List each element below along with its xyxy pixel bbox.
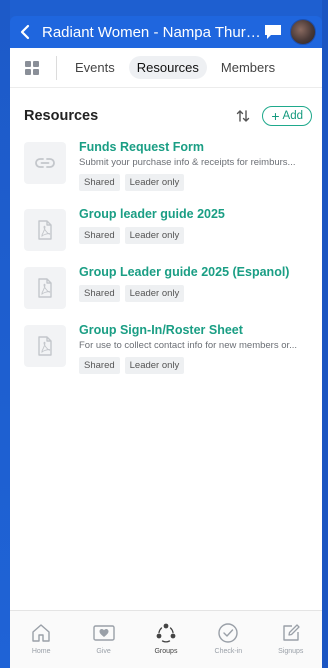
pdf-file-icon bbox=[38, 220, 52, 240]
tab-members[interactable]: Members bbox=[213, 56, 283, 79]
right-background-strip bbox=[322, 0, 328, 668]
resource-thumbnail bbox=[24, 209, 66, 251]
resource-item[interactable]: Group Sign-In/Roster Sheet For use to co… bbox=[10, 323, 322, 374]
resource-title[interactable]: Group Sign-In/Roster Sheet bbox=[79, 323, 312, 337]
avatar[interactable] bbox=[290, 19, 316, 45]
plus-icon: + bbox=[271, 108, 280, 124]
home-icon bbox=[32, 624, 50, 642]
nav-check-in[interactable]: Check-in bbox=[200, 621, 256, 655]
resource-body: Group Leader guide 2025 (Espanol) Shared… bbox=[79, 265, 312, 309]
tab-events[interactable]: Events bbox=[67, 56, 123, 79]
groups-icon bbox=[156, 623, 176, 643]
resources-header: Resources + Add bbox=[10, 94, 322, 138]
add-label: Add bbox=[282, 110, 303, 122]
resource-body: Group Sign-In/Roster Sheet For use to co… bbox=[79, 323, 312, 374]
tag-shared: Shared bbox=[79, 227, 120, 244]
menu-grid-button[interactable] bbox=[14, 48, 50, 88]
resource-tags: Shared Leader only bbox=[79, 285, 312, 302]
tag-shared: Shared bbox=[79, 357, 120, 374]
chat-button[interactable] bbox=[262, 22, 284, 42]
tag-leader-only: Leader only bbox=[124, 227, 185, 244]
section-title: Resources bbox=[24, 108, 99, 124]
tag-leader-only: Leader only bbox=[124, 174, 185, 191]
resource-item[interactable]: Group leader guide 2025 Shared Leader on… bbox=[10, 207, 322, 251]
tag-leader-only: Leader only bbox=[124, 357, 185, 374]
resource-item[interactable]: Group Leader guide 2025 (Espanol) Shared… bbox=[10, 265, 322, 309]
nav-home[interactable]: Home bbox=[13, 621, 69, 655]
link-icon bbox=[35, 158, 55, 168]
resource-title[interactable]: Group leader guide 2025 bbox=[79, 207, 312, 221]
group-title: Radiant Women - Nampa Thursd... bbox=[42, 23, 262, 41]
pdf-file-icon bbox=[38, 278, 52, 298]
resource-tags: Shared Leader only bbox=[79, 227, 312, 244]
resource-thumbnail bbox=[24, 325, 66, 367]
resource-body: Group leader guide 2025 Shared Leader on… bbox=[79, 207, 312, 251]
chevron-left-icon bbox=[20, 24, 30, 40]
app-header: Radiant Women - Nampa Thursd... bbox=[10, 16, 322, 48]
tab-divider bbox=[56, 55, 57, 80]
check-circle-icon bbox=[218, 623, 239, 643]
resource-tags: Shared Leader only bbox=[79, 174, 312, 191]
resource-tags: Shared Leader only bbox=[79, 357, 312, 374]
resource-thumbnail bbox=[24, 267, 66, 309]
back-button[interactable] bbox=[14, 21, 36, 43]
left-background-strip bbox=[0, 0, 10, 668]
nav-label: Home bbox=[31, 648, 51, 655]
resource-thumbnail bbox=[24, 142, 66, 184]
nav-label: Signups bbox=[278, 648, 304, 655]
nav-label: Give bbox=[96, 648, 111, 655]
add-resource-button[interactable]: + Add bbox=[262, 106, 312, 126]
resource-description: For use to collect contact info for new … bbox=[79, 340, 298, 351]
app-content: Events Resources Members Resources + Add… bbox=[10, 48, 322, 668]
tab-bar: Events Resources Members bbox=[10, 48, 322, 88]
nav-groups[interactable]: Groups bbox=[138, 621, 194, 655]
tag-shared: Shared bbox=[79, 174, 120, 191]
resource-item[interactable]: Funds Request Form Submit your purchase … bbox=[10, 140, 322, 191]
nav-label: Check-in bbox=[214, 648, 243, 655]
resource-title[interactable]: Group Leader guide 2025 (Espanol) bbox=[79, 265, 312, 279]
nav-give[interactable]: Give bbox=[76, 621, 132, 655]
tab-resources[interactable]: Resources bbox=[128, 56, 207, 79]
edit-square-icon bbox=[283, 624, 300, 641]
chat-bubble-icon bbox=[265, 25, 281, 39]
give-heart-icon bbox=[92, 625, 115, 641]
nav-signups[interactable]: Signups bbox=[263, 621, 319, 655]
resource-body: Funds Request Form Submit your purchase … bbox=[79, 140, 312, 191]
nav-label: Groups bbox=[154, 648, 178, 655]
grid-icon bbox=[25, 60, 39, 75]
tag-shared: Shared bbox=[79, 285, 120, 302]
resource-title[interactable]: Funds Request Form bbox=[79, 140, 312, 154]
resource-description: Submit your purchase info & receipts for… bbox=[79, 157, 296, 168]
tag-leader-only: Leader only bbox=[124, 285, 185, 302]
pdf-file-icon bbox=[38, 336, 52, 356]
sort-button[interactable] bbox=[232, 105, 254, 127]
bottom-navigation: Home Give Groups Check-in Signups bbox=[10, 610, 322, 668]
sort-arrows-icon bbox=[237, 110, 250, 122]
